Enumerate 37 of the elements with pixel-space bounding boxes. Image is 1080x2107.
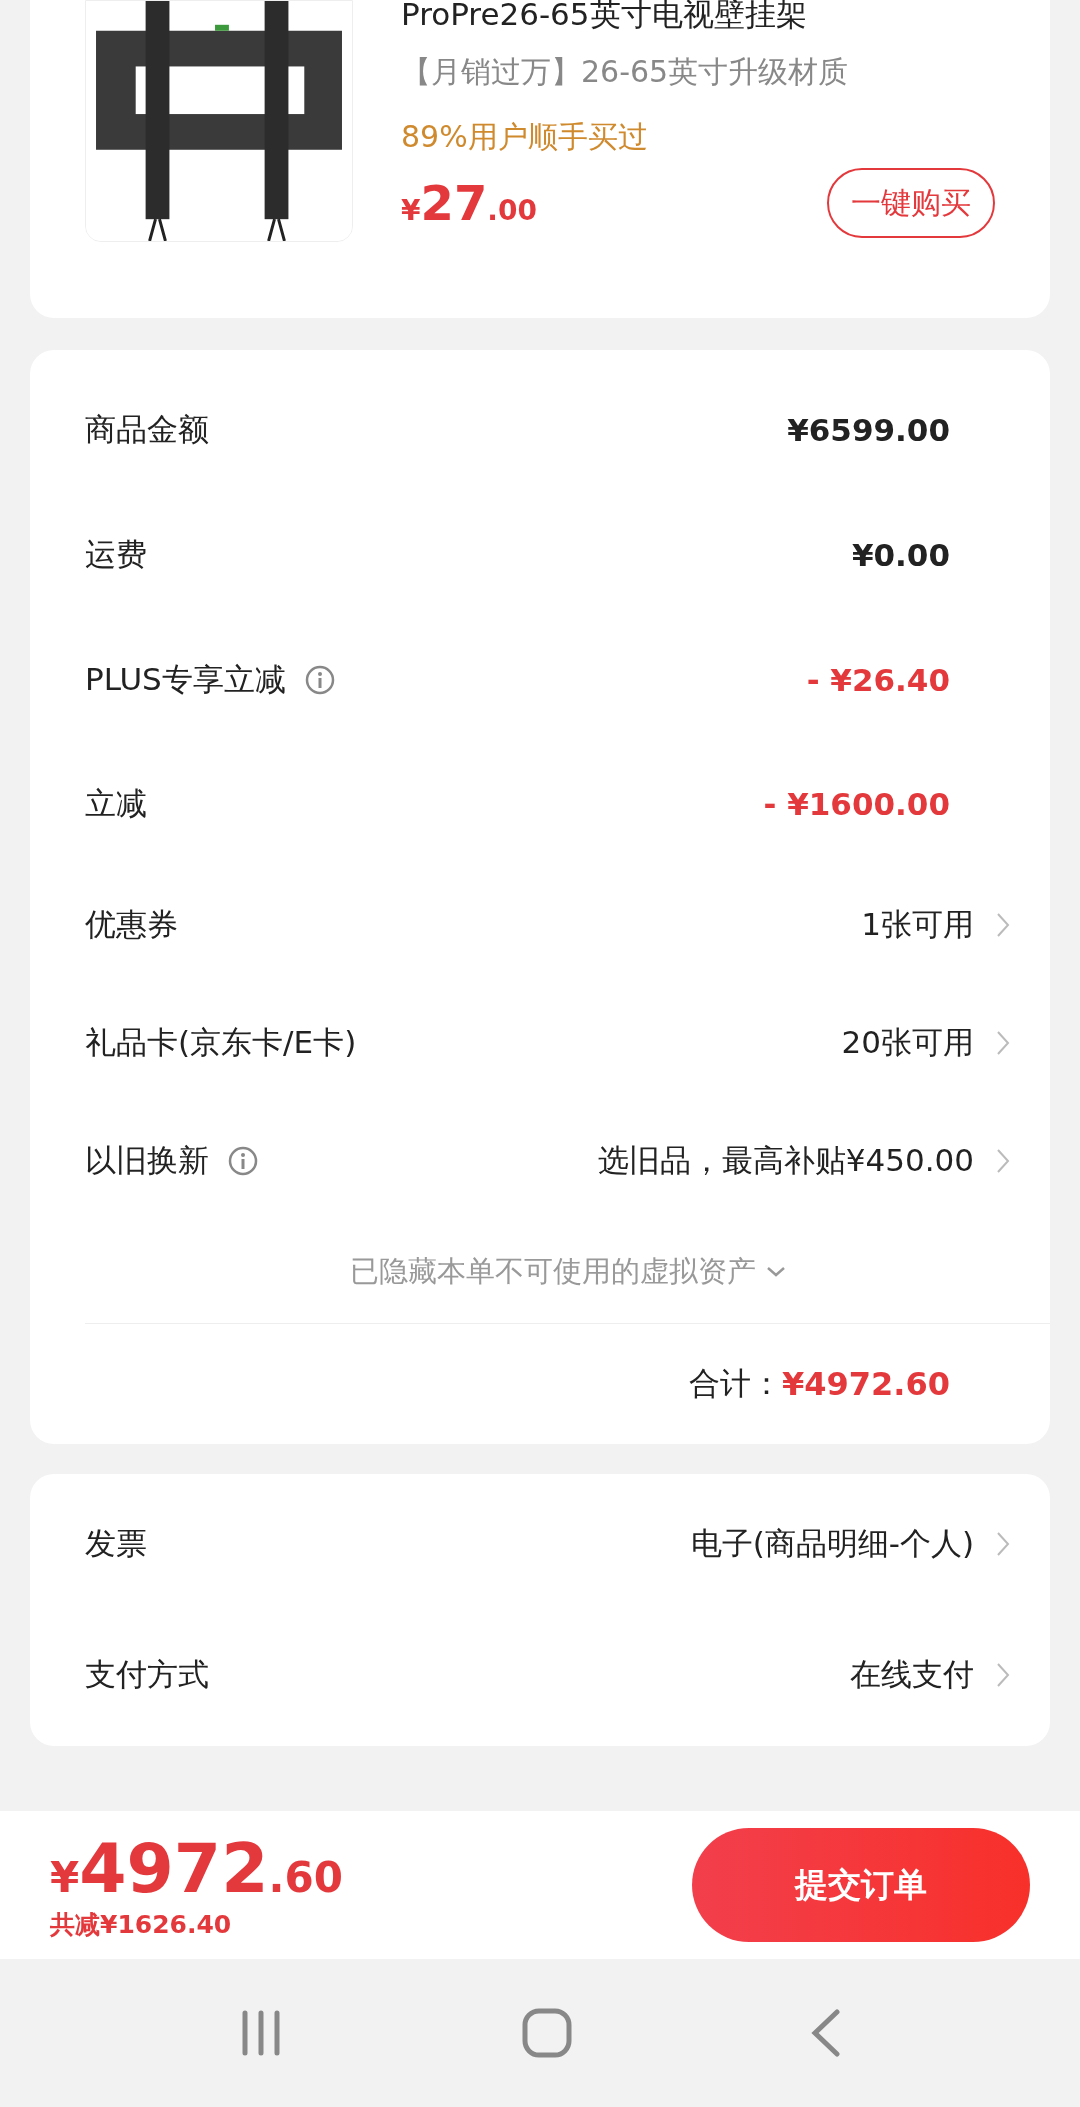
row-value: - ¥1600.00 <box>763 786 950 822</box>
row-value[interactable]: 选旧品，最高补贴¥450.00 <box>597 1140 974 1182</box>
row-value[interactable]: 在线支付 <box>850 1654 974 1696</box>
submit-order-button[interactable]: 提交订单 <box>692 1828 1030 1942</box>
row-value: - ¥26.40 <box>806 662 950 698</box>
row-label: 礼品卡(京东卡/E卡) <box>85 1023 357 1062</box>
row-value: ¥0.00 <box>851 537 950 573</box>
total-saving: 共减¥1626.40 <box>50 1909 233 1941</box>
info-icon[interactable] <box>227 1145 259 1177</box>
chevron-right-icon <box>996 1662 1010 1688</box>
row-value[interactable]: 电子(商品明细-个人) <box>690 1523 974 1565</box>
row-label: 商品金额 <box>85 410 209 449</box>
chevron-right-icon <box>996 1531 1010 1557</box>
chevron-right-icon <box>996 1148 1010 1174</box>
buy-now-button[interactable]: 一键购买 <box>827 168 995 238</box>
back-icon[interactable] <box>810 2009 841 2057</box>
row-label: 立减 <box>85 784 147 823</box>
product-price: ¥27.00 <box>401 175 537 231</box>
info-icon[interactable] <box>303 664 336 696</box>
row-label: 优惠券 <box>85 905 178 944</box>
row-label: 支付方式 <box>85 1655 209 1694</box>
chevron-right-icon <box>996 1030 1010 1056</box>
row-label: 运费 <box>85 535 147 574</box>
row-value: ¥6599.00 <box>787 412 950 448</box>
total-value: ¥4972.60 <box>782 1365 950 1403</box>
row-label: PLUS专享立减 <box>85 660 286 699</box>
row-label: 发票 <box>85 1524 147 1563</box>
home-icon[interactable] <box>522 2008 572 2058</box>
total-label: 合计： <box>689 1364 782 1403</box>
purchase-stat: 89%用户顺手买过 <box>401 118 649 156</box>
row-value[interactable]: 1张可用 <box>861 904 974 946</box>
product-subtitle: 【月销过万】26-65英寸升级材质 <box>401 53 850 91</box>
chevron-right-icon <box>996 912 1010 938</box>
row-label: 以旧换新 <box>85 1141 209 1180</box>
chevron-down-icon[interactable] <box>765 1265 786 1278</box>
row-value[interactable]: 20张可用 <box>841 1022 974 1064</box>
total-price: ¥4972.60 <box>50 1829 343 1908</box>
